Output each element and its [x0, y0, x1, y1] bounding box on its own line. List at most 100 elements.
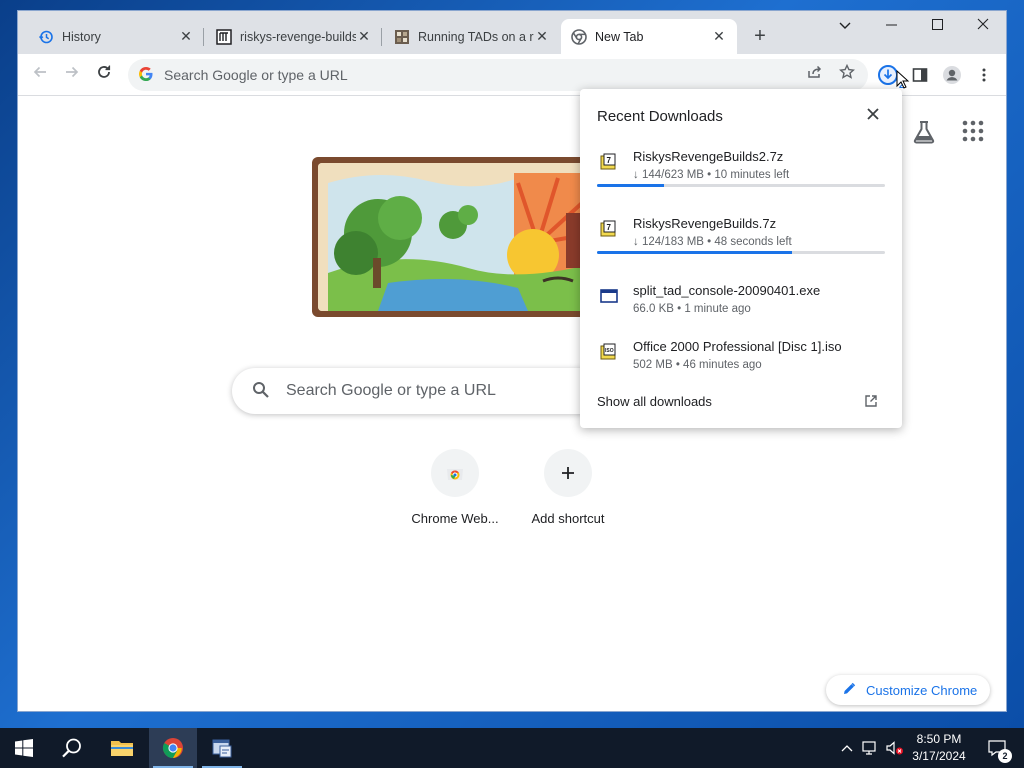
history-icon	[38, 29, 54, 45]
close-tab-icon[interactable]: ✕	[178, 28, 194, 45]
address-bar[interactable]: Search Google or type a URL	[128, 59, 868, 91]
labs-flask-icon[interactable]	[911, 119, 937, 145]
folder-icon	[111, 741, 133, 756]
tab-running-tads[interactable]: Running TADs on a re ✕	[384, 19, 560, 54]
search-icon	[252, 381, 270, 402]
taskbar-app[interactable]	[198, 728, 246, 768]
shortcut-add[interactable]: Add shortcut	[512, 449, 624, 526]
download-progress-bar	[597, 184, 885, 187]
tab-strip: History ✕ riskys-revenge-builds ✕ Runnin…	[18, 11, 1006, 54]
tab-search-button[interactable]	[822, 11, 868, 41]
bookmark-star-icon[interactable]	[836, 63, 858, 86]
downloads-bubble: Recent Downloads 7 RiskysRevengeBuilds2.…	[580, 89, 902, 428]
download-filename: split_tad_console-20090401.exe	[633, 283, 821, 298]
doodle-illustration	[318, 163, 596, 311]
chevron-down-icon	[839, 22, 851, 29]
exe-icon	[600, 287, 618, 305]
svg-text:7: 7	[607, 223, 612, 232]
forward-arrow-icon	[66, 66, 79, 78]
download-item[interactable]: ISO Office 2000 Professional [Disc 1].is…	[580, 337, 902, 397]
tab-title: riskys-revenge-builds	[240, 29, 356, 44]
tab-riskys-revenge-builds[interactable]: riskys-revenge-builds ✕	[206, 19, 382, 54]
back-button[interactable]	[27, 62, 53, 88]
chrome-web-store-icon	[431, 449, 479, 497]
archive-7z-icon: 7	[600, 153, 618, 171]
taskbar-search-button[interactable]	[48, 728, 96, 768]
forward-button[interactable]	[59, 62, 85, 88]
download-status: ↓ 144/623 MB • 10 minutes left	[633, 169, 790, 181]
windows-logo-icon	[15, 739, 33, 757]
open-in-new-icon[interactable]	[864, 394, 880, 410]
archive-7z-icon: 7	[600, 220, 618, 238]
close-window-button[interactable]	[960, 11, 1006, 41]
chevron-up-icon	[841, 745, 853, 752]
tab-title: Running TADs on a re	[418, 29, 534, 44]
tab-new-tab[interactable]: New Tab ✕	[561, 19, 737, 54]
tab-title: New Tab	[595, 29, 644, 44]
address-placeholder: Search Google or type a URL	[164, 67, 348, 83]
taskbar-chrome[interactable]	[149, 728, 197, 768]
close-bubble-button[interactable]	[864, 107, 882, 125]
show-all-downloads-link[interactable]: Show all downloads	[597, 394, 712, 409]
customize-chrome-button[interactable]: Customize Chrome	[826, 675, 990, 705]
action-center-button[interactable]: 2	[980, 728, 1014, 768]
app-window-icon	[212, 739, 232, 758]
chrome-icon	[162, 738, 183, 759]
customize-label: Customize Chrome	[866, 682, 978, 698]
download-progress-fill	[597, 184, 664, 187]
minimize-button[interactable]	[868, 11, 914, 41]
download-item[interactable]: 7 RiskysRevengeBuilds.7z ↓ 124/183 MB • …	[580, 214, 902, 274]
taskbar-clock[interactable]: 8:50 PM 3/17/2024	[904, 731, 974, 765]
close-icon	[977, 18, 989, 30]
chrome-icon	[571, 28, 587, 45]
download-status: ↓ 124/183 MB • 48 seconds left	[633, 236, 792, 248]
google-g-icon	[138, 66, 154, 85]
back-arrow-icon	[33, 66, 46, 78]
menu-button[interactable]	[971, 62, 997, 88]
mouse-cursor-icon	[896, 70, 910, 89]
share-icon[interactable]	[804, 64, 826, 86]
tab-history[interactable]: History ✕	[28, 19, 204, 54]
download-status: 502 MB • 46 minutes ago	[633, 359, 762, 371]
taskbar: 8:50 PM 3/17/2024 2	[0, 728, 1024, 768]
side-panel-button[interactable]	[907, 62, 933, 88]
maximize-button[interactable]	[914, 11, 960, 41]
google-doodle[interactable]	[312, 157, 602, 317]
new-tab-button[interactable]: +	[748, 25, 772, 49]
minimize-icon	[885, 24, 897, 26]
search-icon	[62, 738, 81, 758]
show-hidden-icons-button[interactable]	[838, 728, 856, 768]
side-panel-icon	[912, 68, 928, 82]
reload-icon	[98, 65, 111, 78]
download-item[interactable]: split_tad_console-20090401.exe 66.0 KB •…	[580, 281, 902, 341]
download-item[interactable]: 7 RiskysRevengeBuilds2.7z ↓ 144/623 MB •…	[580, 147, 902, 207]
download-status: 66.0 KB • 1 minute ago	[633, 303, 751, 315]
clock-date: 3/17/2024	[912, 749, 966, 763]
iso-icon: ISO	[600, 343, 618, 361]
kebab-menu-icon	[982, 68, 986, 82]
close-tab-icon[interactable]: ✕	[534, 28, 550, 45]
shortcut-chrome-web-store[interactable]: Chrome Web...	[399, 449, 511, 526]
notification-count: 2	[998, 749, 1012, 763]
pencil-icon	[842, 682, 856, 699]
start-button[interactable]	[0, 728, 48, 768]
close-tab-icon[interactable]: ✕	[356, 28, 372, 45]
shortcut-label: Add shortcut	[531, 511, 605, 526]
downloads-bubble-title: Recent Downloads	[597, 108, 723, 125]
download-filename: RiskysRevengeBuilds.7z	[633, 216, 777, 231]
svg-text:7: 7	[607, 156, 612, 165]
clock-time: 8:50 PM	[916, 732, 962, 746]
close-tab-icon[interactable]: ✕	[711, 28, 727, 45]
tab-title: History	[62, 29, 101, 44]
maximize-icon	[931, 19, 943, 30]
reload-button[interactable]	[91, 62, 117, 88]
profile-avatar-icon	[943, 66, 961, 84]
site-favicon-icon	[394, 29, 410, 45]
taskbar-file-explorer[interactable]	[98, 728, 146, 768]
site-favicon-icon	[216, 28, 232, 45]
google-apps-icon[interactable]	[961, 119, 985, 143]
network-icon[interactable]	[860, 728, 882, 768]
profile-button[interactable]	[939, 62, 965, 88]
volume-muted-icon[interactable]	[884, 728, 906, 768]
download-progress-fill	[597, 251, 793, 254]
